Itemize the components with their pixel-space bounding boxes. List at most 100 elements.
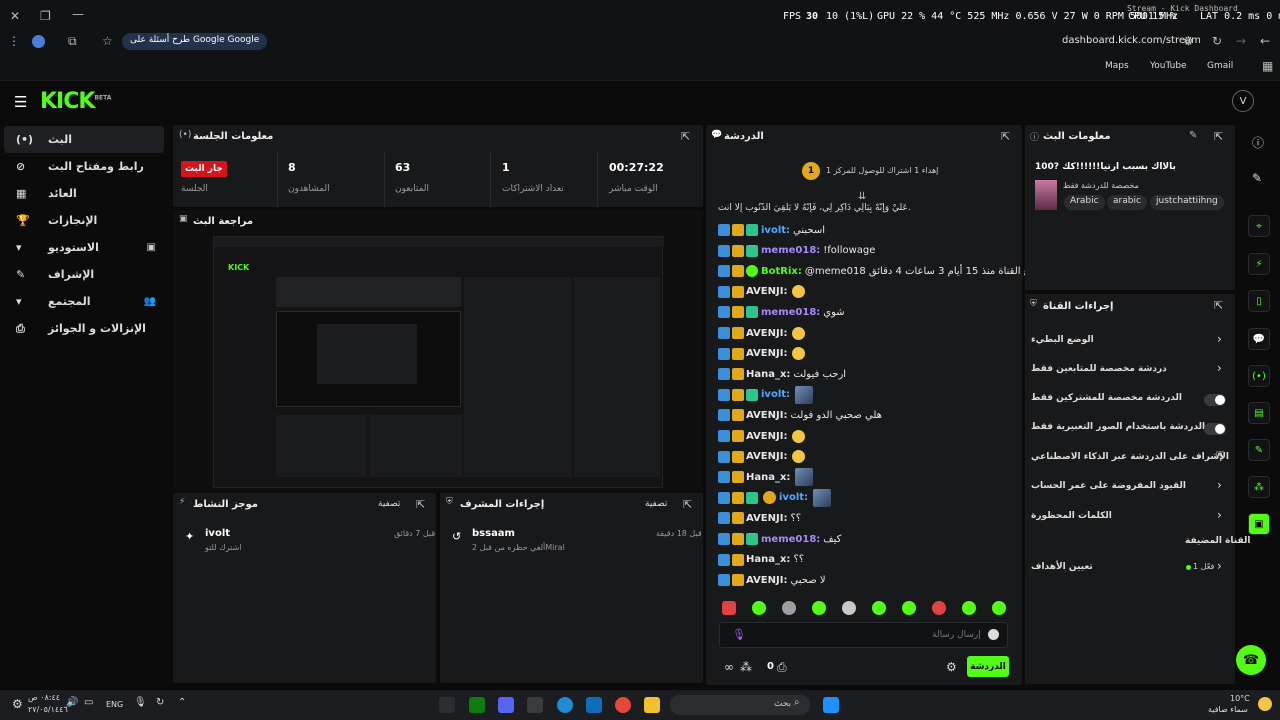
share-icon[interactable]: ⧉ xyxy=(68,34,77,49)
rail-button[interactable]: (•) xyxy=(1248,365,1270,387)
chat-username[interactable]: meme018: xyxy=(761,534,820,545)
emote-icon[interactable] xyxy=(902,601,916,615)
expand-icon[interactable]: ⇱ xyxy=(416,498,425,511)
discord-icon[interactable] xyxy=(498,697,514,713)
taskbar-lang[interactable]: ENG xyxy=(106,700,123,709)
chat-username[interactable]: AVENJI: xyxy=(746,513,787,524)
chat-message[interactable]: BotRix:@meme018 يتابع القناة منذ 15 أيام… xyxy=(718,261,1048,281)
category-thumbnail[interactable] xyxy=(1035,180,1057,210)
chevron-up-icon[interactable]: ⌃ xyxy=(178,697,186,708)
expand-icon[interactable]: ⇱ xyxy=(1001,130,1010,143)
hamburger-icon[interactable]: ☰ xyxy=(14,93,27,111)
chat-message[interactable]: ivolt: اسحبني xyxy=(718,220,825,240)
stream-preview-video[interactable]: KICK xyxy=(213,236,664,488)
toggle-switch[interactable] xyxy=(1204,423,1226,435)
infinity-icon[interactable]: ∞ xyxy=(724,660,734,674)
send-chat-button[interactable]: الدردشة xyxy=(967,656,1009,677)
rail-button[interactable]: ▯ xyxy=(1248,290,1270,312)
stream-category[interactable]: مخصصة للدردشة فقط xyxy=(1063,181,1139,190)
expand-icon[interactable]: ⇱ xyxy=(1214,130,1223,143)
chat-message[interactable]: meme018: شوي xyxy=(718,302,845,322)
toggle-switch[interactable] xyxy=(1204,394,1226,406)
emote-icon[interactable] xyxy=(842,601,856,615)
chevron-right-icon[interactable]: › xyxy=(1217,332,1222,346)
expand-icon[interactable]: ⇱ xyxy=(683,498,692,511)
apps-grid-icon[interactable]: ▦ xyxy=(1262,59,1273,73)
chat-message[interactable]: AVENJI: xyxy=(718,282,806,302)
bookmark-gmail[interactable]: Gmail xyxy=(1207,61,1233,71)
gift-icon[interactable]: ⎙ xyxy=(777,660,787,675)
edit-icon[interactable]: ✎ xyxy=(1189,130,1197,141)
emote-icon[interactable] xyxy=(992,601,1006,615)
rail-button[interactable]: ⚡ xyxy=(1248,253,1270,275)
google-ask-pill[interactable]: طرح أسئلة على Google Google xyxy=(122,33,268,50)
rail-button[interactable]: ⁂ xyxy=(1248,476,1270,498)
mic-icon[interactable]: 🎙 xyxy=(134,697,147,708)
channel-action-label[interactable]: الوضع البطيء xyxy=(1031,335,1094,345)
chat-input[interactable]: 🎙 إرسال رسالة xyxy=(719,622,1008,648)
chat-message[interactable]: meme018: كيف xyxy=(718,529,841,549)
channel-action-label[interactable]: الكلمات المحظورة xyxy=(1031,511,1112,521)
emote-icon[interactable] xyxy=(872,601,886,615)
emote-icon[interactable] xyxy=(932,601,946,615)
sidebar-item-moderation[interactable]: ✎ الإشراف xyxy=(4,261,164,288)
folder-icon[interactable] xyxy=(644,697,660,713)
restore-window-icon[interactable]: ❐ xyxy=(40,9,51,23)
sidebar-item-stream[interactable]: (•) البث xyxy=(4,126,164,153)
settings-icon[interactable]: ⚙ xyxy=(12,697,23,711)
chat-image[interactable] xyxy=(813,488,832,507)
chevron-right-icon[interactable]: › xyxy=(1217,361,1222,375)
activity-user[interactable]: ivolt xyxy=(205,528,230,539)
chat-username[interactable]: ivolt: xyxy=(761,389,790,400)
xbox-icon[interactable] xyxy=(469,697,485,713)
chat-message[interactable]: AVENJI: لا صحبي xyxy=(718,570,826,590)
chat-username[interactable]: AVENJI: xyxy=(746,431,787,442)
chat-message[interactable]: AVENJI: xyxy=(718,344,806,364)
tune-icon[interactable]: ⚙ xyxy=(1183,34,1194,48)
info-icon[interactable]: ⓘ xyxy=(1252,134,1264,151)
stream-tag[interactable]: justchattiihng xyxy=(1150,195,1224,210)
taskbar-search[interactable]: بحث ⌕ xyxy=(670,695,810,715)
chat-message[interactable]: Hana_x: ارحب فيولت xyxy=(718,364,846,384)
chat-username[interactable]: AVENJI: xyxy=(746,575,787,586)
chat-username[interactable]: AVENJI: xyxy=(746,328,787,339)
chat-username[interactable]: Hana_x: xyxy=(746,554,790,565)
channel-action-label[interactable]: الدردشة باستخدام الصور التعبيرية فقط xyxy=(1031,422,1205,432)
channel-action-label[interactable]: الدردشة مخصصة للمشتركين فقط xyxy=(1031,393,1182,403)
settings-icon[interactable]: ⚙ xyxy=(946,660,957,674)
emote-icon[interactable] xyxy=(752,601,766,615)
chrome-icon[interactable] xyxy=(615,697,631,713)
mail-icon[interactable] xyxy=(586,697,602,713)
chevron-right-icon[interactable]: › xyxy=(1217,478,1222,492)
chat-username[interactable]: ivolt: xyxy=(761,225,790,236)
expand-icon[interactable]: ⇱ xyxy=(1214,299,1223,312)
kick-logo[interactable]: KICKBETA xyxy=(40,89,111,114)
mod-user[interactable]: bssaam xyxy=(472,528,515,539)
forward-icon[interactable]: → xyxy=(1236,34,1246,48)
url-text[interactable]: dashboard.kick.com/stream xyxy=(1062,35,1201,46)
close-window-icon[interactable]: ✕ xyxy=(10,9,20,23)
star-icon[interactable]: ☆ xyxy=(102,34,113,48)
channel-action-label[interactable]: القيود المفروضة على عمر الحساب xyxy=(1031,481,1186,491)
chat-message[interactable]: Hana_x: xyxy=(718,467,814,487)
emote-icon[interactable] xyxy=(722,601,736,615)
chat-message[interactable]: ivolt: xyxy=(718,488,832,508)
taskbar-app-icon[interactable] xyxy=(439,697,455,713)
profile-icon[interactable] xyxy=(32,35,45,48)
menu-dots-icon[interactable]: ⋮ xyxy=(8,34,20,48)
chat-username[interactable]: Hana_x: xyxy=(746,369,790,380)
help-button[interactable]: ☎ xyxy=(1236,645,1266,675)
chat-username[interactable]: ivolt: xyxy=(779,492,808,503)
chat-username[interactable]: BotRix: xyxy=(761,266,802,277)
chat-username[interactable]: AVENJI: xyxy=(746,451,787,462)
channel-action-label[interactable]: الإشراف على الدردشة عبر الذكاء الاصطناعي xyxy=(1031,452,1229,462)
reload-icon[interactable]: ↻ xyxy=(1212,34,1222,48)
chat-image[interactable] xyxy=(795,468,814,487)
store-icon[interactable] xyxy=(527,697,543,713)
mic-icon[interactable]: 🎙 xyxy=(732,628,746,641)
external-link-icon[interactable]: ⇱ xyxy=(1216,451,1224,462)
rail-button[interactable]: ✎ xyxy=(1248,439,1270,461)
chat-username[interactable]: AVENJI: xyxy=(746,410,787,421)
chevron-right-icon[interactable]: › xyxy=(1217,508,1222,522)
sidebar-item-stream-key[interactable]: ⊘ رابط ومفتاح البث xyxy=(4,153,164,180)
